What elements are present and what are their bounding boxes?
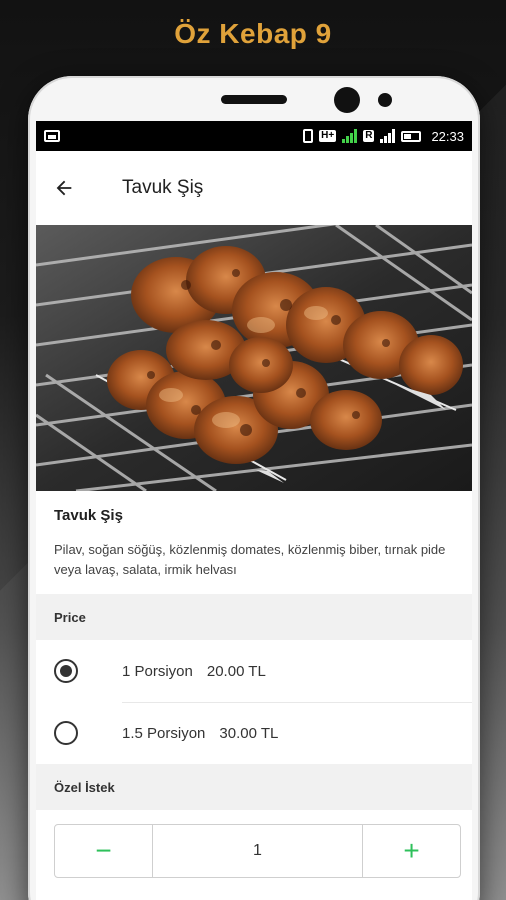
signal-icon-sim2: [380, 129, 396, 143]
app-screen: H+ R 22:33 Tavuk Şiş Tavuk Şiş Pilav, so…: [36, 121, 472, 900]
quantity-input[interactable]: [153, 825, 362, 877]
network-type-badge: H+: [319, 130, 337, 142]
option-price: 30.00 TL: [219, 724, 279, 742]
increment-button[interactable]: +: [362, 825, 460, 877]
gallery-notification-icon: [44, 130, 60, 142]
option-price: 20.00 TL: [206, 662, 266, 680]
minus-icon: −: [95, 835, 112, 866]
item-info: Tavuk Şiş Pilav, soğan söğüş, közlenmiş …: [36, 491, 472, 594]
item-name: Tavuk Şiş: [54, 507, 123, 524]
price-option-1[interactable]: 1 Porsiyon 20.00 TL: [36, 640, 472, 702]
quantity-area: − +: [36, 810, 472, 900]
phone-speaker: [221, 95, 287, 104]
price-option-2[interactable]: 1.5 Porsiyon 30.00 TL: [36, 702, 472, 764]
status-bar: H+ R 22:33: [36, 121, 472, 151]
status-time: 22:33: [431, 128, 464, 144]
quantity-stepper: − +: [54, 824, 461, 878]
back-button[interactable]: [36, 160, 92, 216]
app-bar: Tavuk Şiş: [36, 151, 472, 225]
arrow-left-icon: [56, 180, 72, 196]
option-label: 1 Porsiyon: [122, 662, 193, 680]
phone-camera: [334, 87, 360, 113]
decrement-button[interactable]: −: [55, 825, 153, 877]
signal-icon-sim1: [342, 129, 358, 143]
item-description: Pilav, soğan söğüş, közlenmiş domates, k…: [54, 542, 446, 577]
battery-icon: [401, 130, 422, 142]
plus-icon: +: [403, 835, 420, 866]
radio-unselected-icon[interactable]: [54, 721, 78, 745]
chicken-skewer-image: [36, 225, 472, 491]
option-label: 1.5 Porsiyon: [122, 724, 206, 742]
page-title: Tavuk Şiş: [122, 177, 204, 198]
promo-title: Öz Kebap 9: [174, 18, 332, 49]
phone-sensor: [378, 93, 392, 107]
price-section-header: Price: [36, 594, 472, 640]
vibrate-icon: [303, 129, 314, 143]
special-request-header: Özel İstek: [36, 764, 472, 810]
radio-selected-icon[interactable]: [54, 659, 78, 683]
roaming-badge: R: [363, 130, 375, 142]
item-photo: [36, 225, 472, 491]
